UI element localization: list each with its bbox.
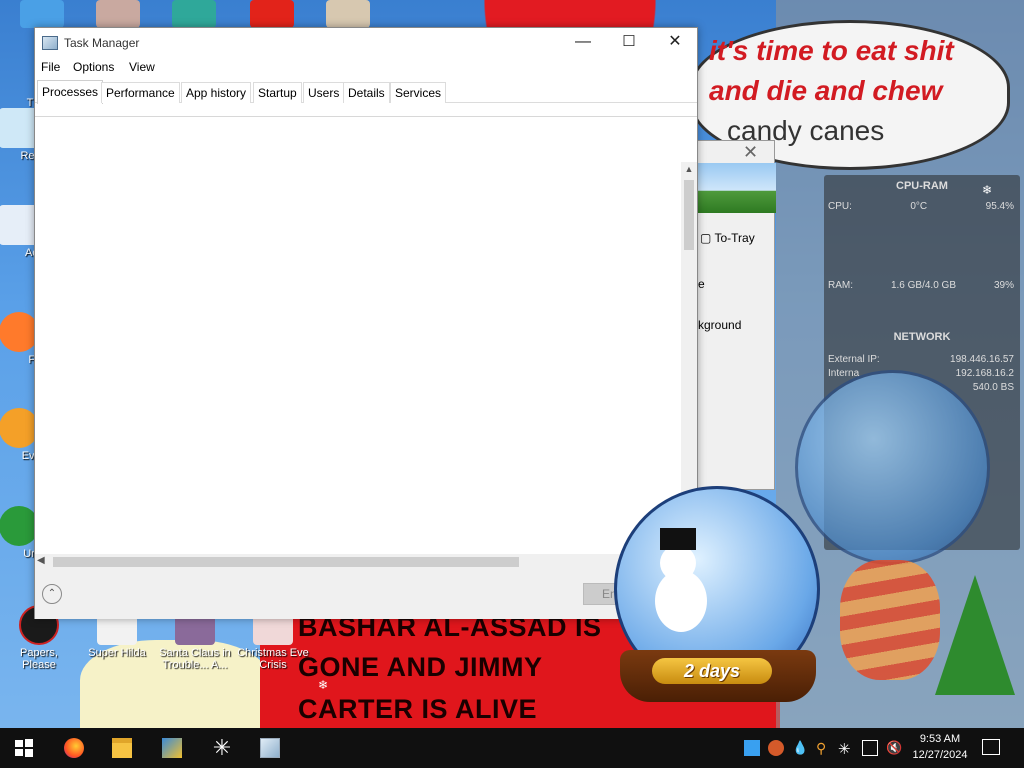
scroll-up-icon[interactable]: ▲ — [681, 164, 697, 174]
spiral-tree-wallpaper — [840, 560, 940, 680]
clock-date: 12/27/2024 — [912, 749, 968, 761]
days-countdown-badge: 2 days — [652, 658, 772, 684]
windows-logo-icon — [15, 739, 33, 757]
background-window[interactable]: ✕ ▢ To-Tray e kground — [697, 140, 776, 490]
asterisk-tray-icon[interactable]: ✳ — [838, 740, 854, 758]
horizontal-scrollbar[interactable]: ◀ — [35, 554, 681, 570]
menu-file[interactable]: File — [41, 60, 60, 74]
clock-time: 9:53 AM — [919, 733, 961, 745]
tab-startup[interactable]: Startup — [253, 82, 302, 103]
tab-users[interactable]: Users — [303, 82, 345, 103]
mcdonalds-icon[interactable] — [250, 0, 294, 28]
taskbar-task-manager[interactable] — [246, 728, 294, 768]
gadget-ram-row: RAM: 1.6 GB/4.0 GB 39% — [828, 280, 1014, 291]
background-window-close-icon[interactable]: ✕ — [743, 142, 758, 163]
task-manager-footer: ⌃ En — [35, 569, 697, 619]
task-manager-icon — [42, 36, 58, 50]
tab-strip: Processes Performance App history Startu… — [35, 80, 697, 104]
banner-line-2: GONE AND JIMMY — [298, 652, 543, 682]
snowman-hat — [660, 528, 696, 550]
firefox-icon — [64, 738, 84, 758]
snow-globe-wallpaper-right — [795, 370, 990, 565]
background-window-image — [698, 163, 776, 213]
maximize-button[interactable]: ☐ — [606, 28, 652, 58]
gadget-cpu-row: CPU: 0°C 95.4% — [828, 201, 1014, 212]
background-window-text-fragment-2: kground — [698, 318, 742, 332]
asterisk-icon: ✳ — [212, 735, 232, 760]
desktop-icon-top-1[interactable] — [20, 0, 64, 28]
desktop-icon-top-3[interactable] — [172, 0, 216, 28]
network-icon[interactable] — [862, 740, 878, 756]
window-title: Task Manager — [64, 36, 140, 50]
taskbar-firefox[interactable] — [50, 728, 98, 768]
taskbar-clock[interactable]: 9:53 AM 12/27/2024 — [900, 731, 980, 763]
fewer-details-chevron-up-icon[interactable]: ⌃ — [42, 584, 62, 604]
taskbar-app-4[interactable]: ✳ — [198, 728, 246, 768]
desktop-icon-top-2[interactable] — [96, 0, 140, 28]
tab-services[interactable]: Services — [390, 82, 447, 103]
to-tray-button[interactable]: ▢ To-Tray — [700, 231, 755, 245]
start-button[interactable] — [0, 728, 48, 768]
menu-options[interactable]: Options — [73, 60, 114, 74]
taskbar: ✳ 💧 ⚲ ✳ 🔇 9:53 AM 12/27/2024 — [0, 728, 1024, 768]
droplet-icon[interactable]: 💧 — [792, 740, 808, 756]
processes-list[interactable]: ▲ ▼ ◀ — [35, 116, 697, 570]
close-button[interactable]: ✕ — [652, 28, 698, 58]
tab-details[interactable]: Details — [343, 82, 390, 103]
menu-bar: File Options View — [35, 58, 697, 78]
taskbar-file-explorer[interactable] — [98, 728, 146, 768]
tray-app-icon-2[interactable] — [768, 740, 784, 756]
snowman-head — [660, 545, 696, 581]
speech-line-1: it's time to eat shit — [709, 35, 954, 66]
snowflake-icon: ❄ — [318, 678, 329, 692]
task-manager-window[interactable]: Task Manager — ☐ ✕ File Options View Pro… — [34, 27, 698, 619]
title-bar[interactable]: Task Manager — ☐ ✕ — [35, 28, 697, 58]
scroll-left-icon[interactable]: ◀ — [37, 555, 45, 566]
tab-processes[interactable]: Processes — [37, 80, 104, 104]
horizontal-scroll-thumb[interactable] — [53, 557, 519, 567]
vertical-scroll-thumb[interactable] — [684, 180, 694, 250]
gadget-network-title: NETWORK — [893, 331, 951, 343]
tab-performance[interactable]: Performance — [101, 82, 180, 103]
gadget-external-ip-row: External IP: 198.446.16.57 — [828, 354, 1014, 365]
tab-app-history[interactable]: App history — [181, 82, 252, 103]
app-icon — [162, 738, 182, 758]
search-icon[interactable]: ⚲ — [816, 740, 832, 756]
background-window-text-fragment: e — [698, 277, 705, 291]
action-center-icon[interactable] — [982, 739, 1000, 755]
banner-line-3: CARTER IS ALIVE — [298, 694, 538, 724]
christmas-tree-icon — [935, 575, 1015, 695]
task-manager-icon — [260, 738, 280, 758]
snowflake-icon: ❄ — [982, 183, 993, 197]
tray-app-icon[interactable] — [744, 740, 760, 756]
folder-icon — [112, 738, 132, 758]
speech-line-2: and die and chew — [709, 75, 943, 106]
desktop-icon-top-5[interactable] — [326, 0, 370, 28]
menu-view[interactable]: View — [129, 60, 155, 74]
snowflake-icon: ❄ — [572, 142, 583, 156]
minimize-button[interactable]: — — [560, 28, 606, 58]
taskbar-app-3[interactable] — [148, 728, 196, 768]
snowflake-icon: ❄ — [480, 128, 491, 142]
